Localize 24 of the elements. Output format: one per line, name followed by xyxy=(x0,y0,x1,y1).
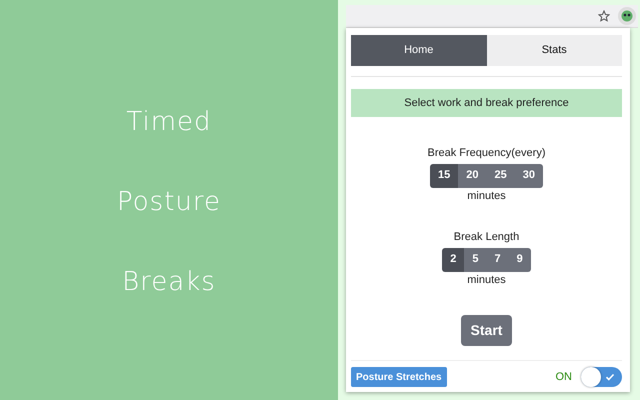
tab[interactable]: Stats xyxy=(486,35,622,66)
promo-text: Posture xyxy=(117,186,221,219)
posture-stretches-button[interactable]: Posture Stretches xyxy=(351,367,447,387)
unit-label: minutes xyxy=(467,272,506,288)
tab[interactable]: Home xyxy=(351,35,486,66)
option-button[interactable]: 7 xyxy=(486,248,509,272)
unit-label: minutes xyxy=(467,188,506,204)
extension-icon[interactable] xyxy=(618,7,636,25)
option-button[interactable]: 5 xyxy=(464,248,486,272)
group-label: Break Length xyxy=(454,230,520,245)
toggle-label: ON xyxy=(556,370,572,385)
option-button[interactable]: 9 xyxy=(508,248,531,272)
option-button[interactable]: 15 xyxy=(430,164,458,188)
promo-text: Timed xyxy=(126,106,212,139)
promo-text: Breaks xyxy=(122,266,216,299)
start-button[interactable]: Start xyxy=(461,315,512,346)
group-label: Break Frequency(every) xyxy=(428,146,546,161)
star-icon[interactable] xyxy=(598,10,610,22)
option-button[interactable]: 30 xyxy=(514,164,543,188)
option-button[interactable]: 2 xyxy=(442,248,464,272)
option-button[interactable]: 20 xyxy=(458,164,486,188)
option-button[interactable]: 25 xyxy=(486,164,515,188)
instruction-banner: Select work and break preference xyxy=(351,89,622,117)
toggle-switch[interactable] xyxy=(581,367,622,387)
